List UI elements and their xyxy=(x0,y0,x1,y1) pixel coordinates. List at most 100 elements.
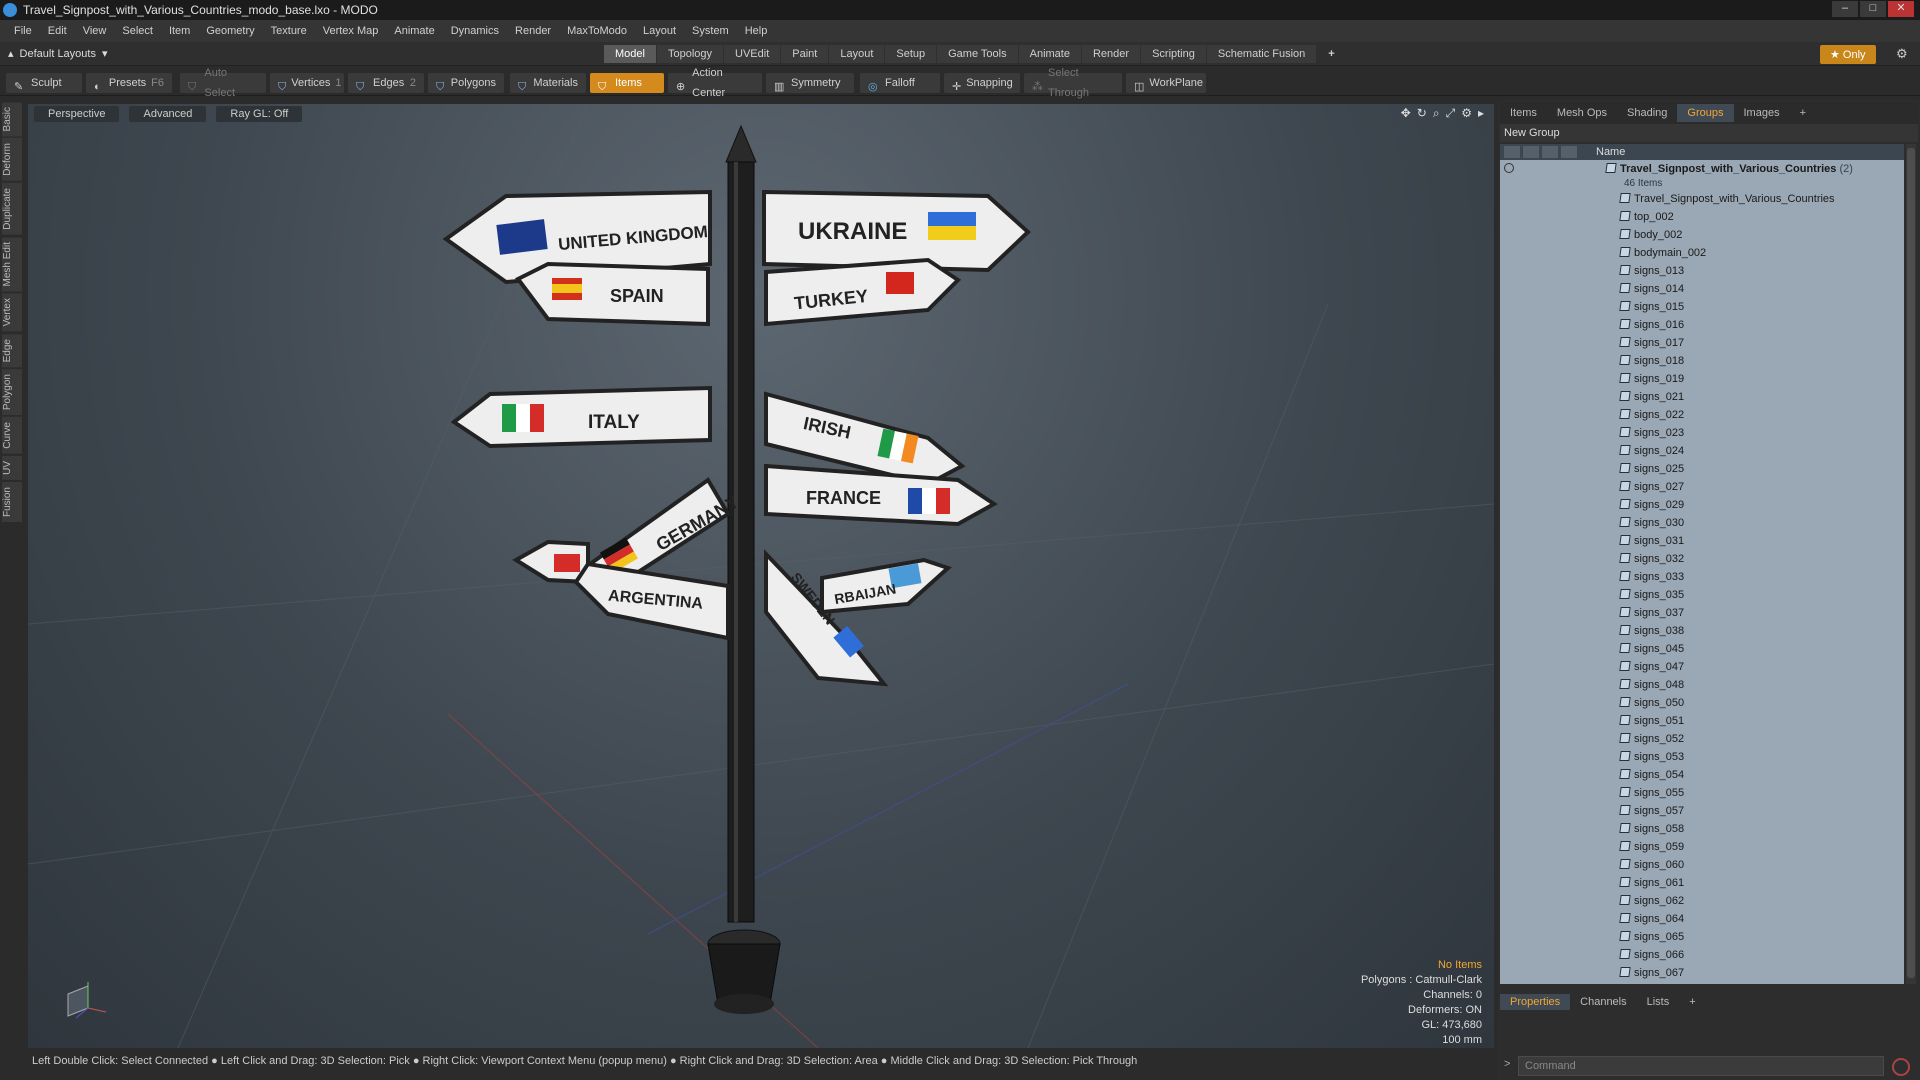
tree-item-row[interactable]: signs_052 xyxy=(1500,730,1904,748)
tree-item-row[interactable]: signs_033 xyxy=(1500,568,1904,586)
tree-item-row[interactable]: signs_015 xyxy=(1500,298,1904,316)
zoom-icon[interactable]: ⌕ xyxy=(1433,106,1440,121)
tree-item-row[interactable]: signs_057 xyxy=(1500,802,1904,820)
tree-item-row[interactable]: signs_014 xyxy=(1500,280,1904,298)
tab-basic[interactable]: Basic xyxy=(2,102,22,137)
scrollbar-thumb[interactable] xyxy=(1907,148,1915,978)
select-through-button[interactable]: ⁂ Select Through xyxy=(1024,67,1122,99)
tree-item-row[interactable]: signs_037 xyxy=(1500,604,1904,622)
tree-item-row[interactable]: signs_059 xyxy=(1500,838,1904,856)
tree-item-row[interactable]: signs_062 xyxy=(1500,892,1904,910)
tab-curve[interactable]: Curve xyxy=(2,417,22,454)
tab-scripting[interactable]: Scripting xyxy=(1141,45,1206,63)
auto-select-button[interactable]: ⛉ Auto Select xyxy=(180,67,266,99)
menu-dynamics[interactable]: Dynamics xyxy=(443,25,507,37)
tree-item-row[interactable]: signs_018 xyxy=(1500,352,1904,370)
tree-item-row[interactable]: signs_066 xyxy=(1500,946,1904,964)
tab-shading[interactable]: Shading xyxy=(1617,104,1677,122)
tree-item-row[interactable]: signs_067 xyxy=(1500,964,1904,982)
sculpt-button[interactable]: ✎ Sculpt xyxy=(6,73,82,93)
menu-view[interactable]: View xyxy=(75,25,115,37)
shading-mode-dropdown[interactable]: Advanced xyxy=(129,106,207,122)
tree-item-row[interactable]: signs_027 xyxy=(1500,478,1904,496)
tab-uv[interactable]: UV xyxy=(2,455,22,480)
tree-item-row[interactable]: signs_013 xyxy=(1500,262,1904,280)
tree-item-row[interactable]: signs_031 xyxy=(1500,532,1904,550)
minimize-button[interactable]: – xyxy=(1832,1,1858,17)
tree-item-row[interactable]: Travel_Signpost_with_Various_Countries xyxy=(1500,190,1904,208)
fit-icon[interactable]: ⤢ xyxy=(1446,106,1456,121)
close-button[interactable]: ✕ xyxy=(1888,1,1914,17)
group-row[interactable]: Travel_Signpost_with_Various_Countries (… xyxy=(1500,160,1904,178)
edges-button[interactable]: ⛉ Edges 2 xyxy=(348,73,424,93)
tab-game-tools[interactable]: Game Tools xyxy=(937,45,1018,63)
viewport-gear-icon[interactable]: ⚙ xyxy=(1461,106,1472,121)
command-input[interactable]: Command xyxy=(1518,1056,1884,1076)
menu-layout[interactable]: Layout xyxy=(635,25,684,37)
raygl-toggle[interactable]: Ray GL: Off xyxy=(216,106,303,122)
tab-model[interactable]: Model xyxy=(604,45,656,63)
tab-paint[interactable]: Paint xyxy=(781,45,829,63)
tree-item-row[interactable]: signs_029 xyxy=(1500,496,1904,514)
tab-deform[interactable]: Deform xyxy=(2,138,22,182)
tab-layout[interactable]: Layout xyxy=(829,45,885,63)
tree-item-row[interactable]: signs_050 xyxy=(1500,694,1904,712)
tab-polygon[interactable]: Polygon xyxy=(2,369,22,416)
tree-item-row[interactable]: signs_030 xyxy=(1500,514,1904,532)
tab-mesh-edit[interactable]: Mesh Edit xyxy=(2,236,22,292)
tab-topology[interactable]: Topology xyxy=(656,45,724,63)
maximize-button[interactable]: □ xyxy=(1860,1,1886,17)
menu-render[interactable]: Render xyxy=(507,25,559,37)
tree-item-row[interactable]: signs_024 xyxy=(1500,442,1904,460)
eye-column-icon[interactable] xyxy=(1504,146,1520,158)
lock-column-icon[interactable] xyxy=(1542,146,1558,158)
tree-item-row[interactable]: signs_035 xyxy=(1500,586,1904,604)
tree-item-row[interactable]: signs_061 xyxy=(1500,874,1904,892)
menu-geometry[interactable]: Geometry xyxy=(198,25,262,37)
add-properties-tab-button[interactable]: + xyxy=(1679,994,1705,1010)
3d-viewport[interactable]: UNITED KINGDOM UKRAINE SPAIN TURKEY ITAL… xyxy=(28,104,1494,1048)
menu-item[interactable]: Item xyxy=(161,25,198,37)
add-tab-button[interactable]: + xyxy=(1317,45,1345,63)
tree-item-row[interactable]: signs_055 xyxy=(1500,784,1904,802)
tab-animate[interactable]: Animate xyxy=(1018,45,1081,63)
vertices-button[interactable]: ⛉ Vertices 1 xyxy=(270,73,344,93)
tree-scrollbar[interactable] xyxy=(1906,144,1916,984)
tree-item-row[interactable]: signs_016 xyxy=(1500,316,1904,334)
tree-item-row[interactable]: signs_038 xyxy=(1500,622,1904,640)
tree-item-row[interactable]: signs_054 xyxy=(1500,766,1904,784)
new-group-button[interactable]: New Group xyxy=(1500,124,1918,142)
tab-duplicate[interactable]: Duplicate xyxy=(2,183,22,235)
tree-item-row[interactable]: signs_048 xyxy=(1500,676,1904,694)
tab-mesh-ops[interactable]: Mesh Ops xyxy=(1547,104,1617,122)
snapping-button[interactable]: ✛ Snapping xyxy=(944,73,1020,93)
command-history-icon[interactable] xyxy=(1892,1058,1910,1076)
tree-item-row[interactable]: signs_023 xyxy=(1500,424,1904,442)
menu-animate[interactable]: Animate xyxy=(386,25,442,37)
menu-maxtomodo[interactable]: MaxToModo xyxy=(559,25,635,37)
tree-item-row[interactable]: signs_058 xyxy=(1500,820,1904,838)
chevron-right-icon[interactable]: ▸ xyxy=(1478,106,1484,121)
menu-texture[interactable]: Texture xyxy=(263,25,315,37)
action-center-button[interactable]: ⊕ Action Center xyxy=(668,67,762,99)
view-perspective-dropdown[interactable]: Perspective xyxy=(34,106,120,122)
gear-icon[interactable]: ⚙ xyxy=(1896,46,1908,62)
tab-properties[interactable]: Properties xyxy=(1500,994,1571,1010)
menu-vertex-map[interactable]: Vertex Map xyxy=(315,25,387,37)
tree-item-row[interactable]: signs_032 xyxy=(1500,550,1904,568)
menu-system[interactable]: System xyxy=(684,25,737,37)
tree-item-row[interactable]: signs_053 xyxy=(1500,748,1904,766)
tab-groups[interactable]: Groups xyxy=(1677,104,1734,122)
tab-uvedit[interactable]: UVEdit xyxy=(724,45,781,63)
tab-images[interactable]: Images xyxy=(1734,104,1790,122)
symmetry-button[interactable]: ▥ Symmetry xyxy=(766,73,854,93)
rotate-icon[interactable]: ↻ xyxy=(1417,106,1427,121)
only-button[interactable]: ★ Only xyxy=(1820,45,1876,64)
tree-item-row[interactable]: signs_060 xyxy=(1500,856,1904,874)
falloff-button[interactable]: ◎ Falloff xyxy=(860,73,940,93)
pan-icon[interactable]: ✥ xyxy=(1401,106,1411,121)
tab-channels[interactable]: Channels xyxy=(1570,994,1636,1010)
column-name[interactable]: Name xyxy=(1592,144,1625,160)
items-button[interactable]: ⛉ Items xyxy=(590,73,664,93)
tree-item-row[interactable]: signs_047 xyxy=(1500,658,1904,676)
